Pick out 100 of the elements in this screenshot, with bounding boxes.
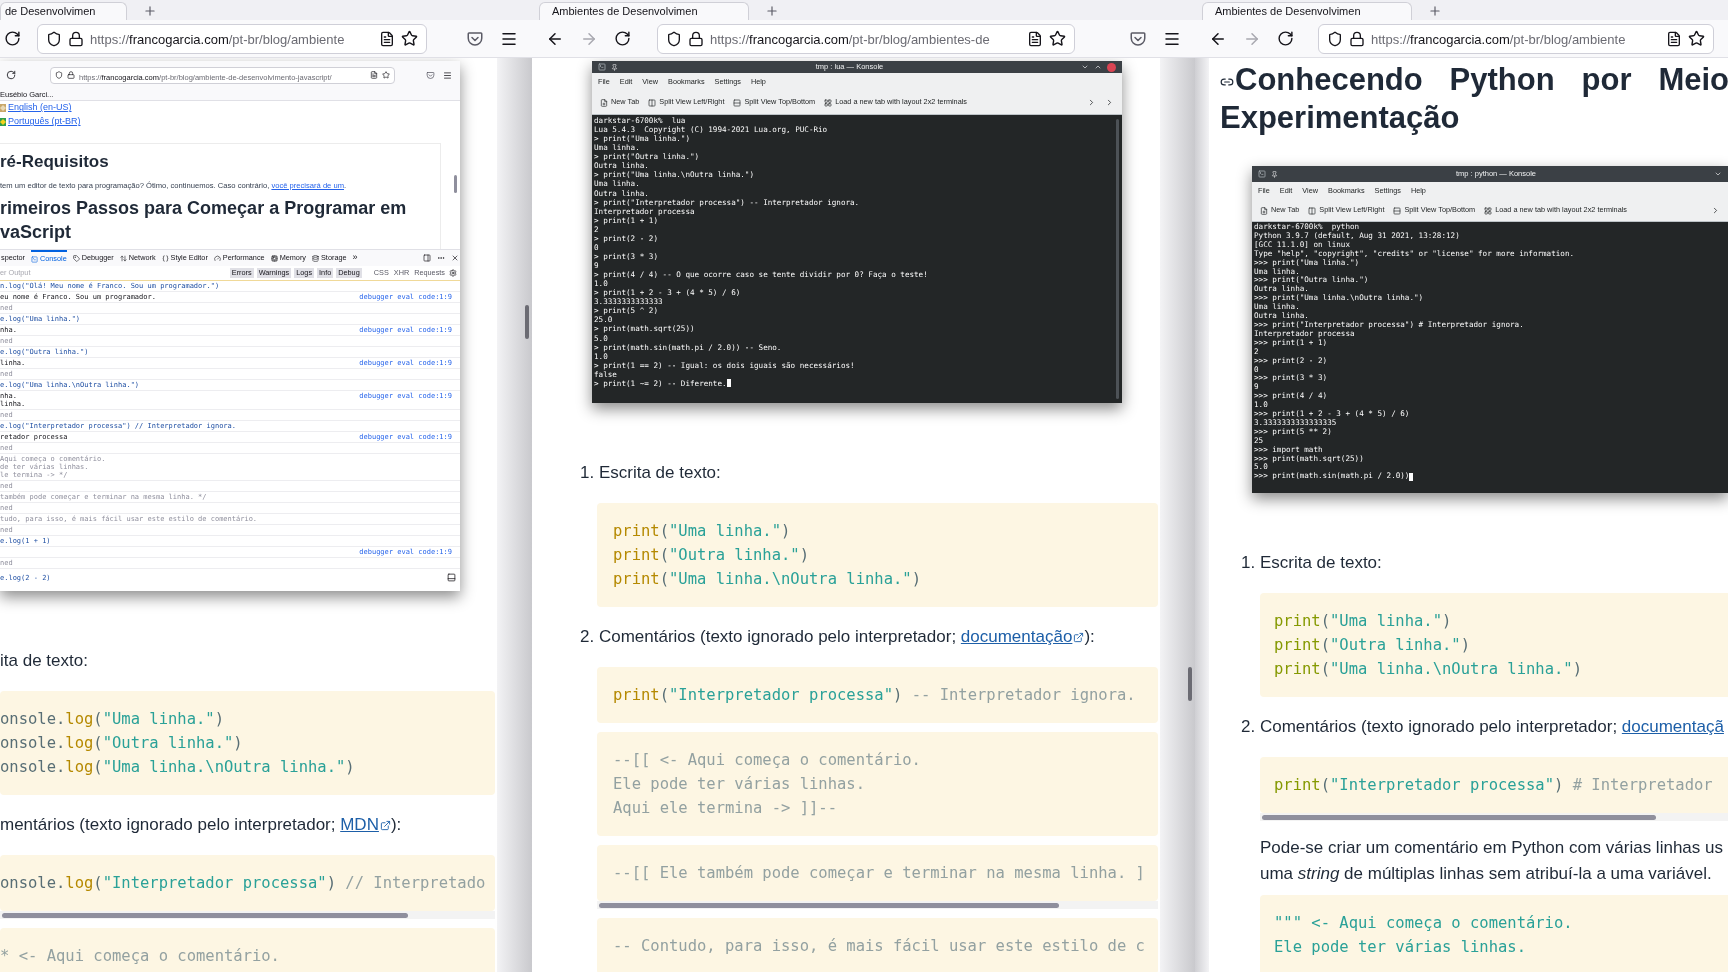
grid-icon	[1484, 206, 1493, 215]
shield-icon[interactable]	[46, 30, 62, 47]
code-line: --[[ Ele também pode começar e terminar na mesma linha. ]	[613, 863, 1145, 884]
pin-icon[interactable]	[1271, 170, 1278, 178]
pin-icon[interactable]	[611, 63, 618, 71]
bookmark-star-icon[interactable]	[1688, 30, 1705, 47]
code-line: print("Interpretador processa") -- Interpretador ignora.	[613, 685, 1136, 706]
bookmark-star-icon[interactable]	[1049, 30, 1066, 47]
horizontal-scrollbar[interactable]	[0, 911, 495, 919]
lock-icon	[688, 30, 704, 47]
devtools-tab-icon	[312, 254, 319, 262]
external-link-icon	[379, 820, 391, 831]
list-item: mentários (texto ignorado pelo interpretador; MDN ):	[0, 815, 403, 835]
reader-view-icon[interactable]	[370, 71, 378, 79]
pocket-icon[interactable]	[426, 70, 435, 80]
list-item: 2. Comentários (texto ignorado pelo interpretador; documentação ):	[579, 627, 1096, 647]
pocket-icon[interactable]	[1129, 29, 1147, 48]
browser-tab[interactable]: Ambientes de Desenvolvimen	[539, 2, 749, 20]
close-icon[interactable]	[451, 254, 459, 262]
language-link[interactable]: Português (pt-BR)	[8, 115, 81, 129]
new-tab-icon	[600, 98, 608, 107]
paragraph: Pode-se criar um comentário em Python com várias linhas us uma string de múltiplas linhas sem atribuí-la a uma variável.	[1259, 837, 1724, 885]
menu-icon[interactable]	[443, 70, 452, 80]
list-item: 2. Comentários (texto ignorado pelo interpretador; documentaçã	[1240, 717, 1725, 737]
list-item: 1. Escrita de texto:	[1240, 553, 1383, 573]
code-line: print("Uma linha.")	[613, 521, 791, 542]
code-line: onsole.log("Uma linha.")	[0, 709, 224, 730]
devtools-tab-icon	[161, 254, 169, 262]
flag-icon	[0, 104, 6, 112]
reader-view-icon[interactable]	[379, 30, 395, 47]
code-line: * <- Aqui começa o comentário.	[0, 946, 280, 967]
external-link-icon	[1073, 632, 1085, 643]
address-bar[interactable]: https://francogarcia.com/pt-br/blog/ambiente	[1318, 23, 1714, 54]
list-item: 1. Escrita de texto:	[579, 463, 722, 483]
horizontal-scrollbar[interactable]	[597, 901, 1158, 909]
link[interactable]: MDN	[340, 815, 391, 834]
dock-icon[interactable]	[423, 254, 431, 262]
maximize-icon[interactable]	[1094, 63, 1102, 71]
reload-icon[interactable]	[4, 30, 21, 47]
terminal-app-icon	[1258, 170, 1266, 178]
settings-icon[interactable]	[449, 269, 457, 277]
lock-icon	[68, 30, 84, 47]
code-line: Ele pode ter várias linhas.	[1274, 937, 1526, 958]
code-line: onsole.log("Uma linha.\nOutra linha.")	[0, 757, 355, 778]
bookmark-star-icon[interactable]	[382, 71, 390, 79]
split-console-icon[interactable]	[447, 573, 456, 582]
close-button[interactable]	[1107, 62, 1116, 72]
code-line: onsole.log("Outra linha.")	[0, 733, 243, 754]
terminal-app-icon	[598, 63, 606, 71]
new-tab-icon[interactable]	[143, 4, 157, 18]
article-heading: Conhecendo Python por Meio Experimentação	[1219, 61, 1728, 137]
vertical-scrollbar[interactable]	[454, 175, 457, 193]
new-tab-icon[interactable]	[1428, 4, 1442, 18]
section-heading: ré-Requisitos	[0, 151, 110, 173]
address-bar[interactable]: https://francogarcia.com/pt-br/blog/ambiente	[37, 23, 427, 54]
browser-tab[interactable]: de Desenvolvimen	[0, 2, 127, 20]
code-line: print("Interpretador processa") # Interpretador	[1274, 775, 1713, 796]
devtools-tab-icon	[213, 254, 221, 262]
code-line: --[[ <- Aqui começa o comentário.	[613, 750, 921, 771]
horizontal-scrollbar[interactable]	[1260, 813, 1728, 821]
url-text[interactable]: https://francogarcia.com/pt-br/blog/ambientes-de	[710, 31, 990, 47]
reader-view-icon[interactable]	[1027, 30, 1043, 47]
link[interactable]: documentação	[960, 627, 1085, 646]
new-tab-icon[interactable]	[765, 4, 779, 18]
reload-icon[interactable]	[1277, 30, 1294, 47]
reload-icon[interactable]	[614, 30, 631, 47]
more-icon[interactable]	[437, 254, 445, 262]
code-line: print("Outra linha.")	[613, 545, 809, 566]
new-tab-icon	[1260, 206, 1268, 215]
chevron-right-icon[interactable]	[1711, 206, 1720, 215]
vertical-scrollbar[interactable]	[1116, 119, 1119, 399]
devtools-tab-icon	[30, 255, 38, 263]
code-line: """ <- Aqui começa o comentário.	[1274, 913, 1573, 934]
grid-icon	[824, 98, 833, 107]
reload-icon[interactable]	[6, 70, 16, 80]
flag-icon	[0, 118, 6, 126]
shield-icon[interactable]	[666, 30, 682, 47]
lock-icon	[67, 71, 75, 79]
more-tabs-button[interactable]: »	[352, 251, 358, 265]
split-columns-icon	[1308, 206, 1317, 215]
language-link[interactable]: English (en-US)	[8, 101, 72, 115]
code-line: Ele pode ter várias linhas.	[613, 774, 865, 795]
shield-icon[interactable]	[1327, 30, 1343, 47]
bookmark-star-icon[interactable]	[401, 30, 418, 47]
browser-tab[interactable]: Ambientes de Desenvolvimen	[1202, 2, 1412, 20]
minimize-icon[interactable]	[1714, 170, 1722, 178]
devtools-tab-icon	[270, 254, 278, 262]
pocket-icon[interactable]	[466, 29, 484, 48]
code-line: print("Uma linha.\nOutra linha.")	[1274, 659, 1582, 680]
reader-view-icon[interactable]	[1666, 30, 1682, 47]
address-bar[interactable]: https://francogarcia.com/pt-br/blog/ambientes-de	[657, 23, 1075, 54]
lock-icon	[1349, 30, 1365, 47]
minimize-icon[interactable]	[1081, 63, 1089, 71]
vertical-scrollbar[interactable]	[1188, 667, 1192, 701]
split-rows-icon	[1393, 206, 1402, 215]
code-line: print("Uma linha.\nOutra linha.")	[613, 569, 921, 590]
vertical-scrollbar[interactable]	[525, 305, 529, 339]
code-line: -- Contudo, para isso, é mais fácil usar este estilo de c	[613, 936, 1145, 957]
code-line: Aqui ele termina -> ]]--	[613, 798, 837, 819]
link[interactable]: documentaçã	[1621, 717, 1724, 736]
